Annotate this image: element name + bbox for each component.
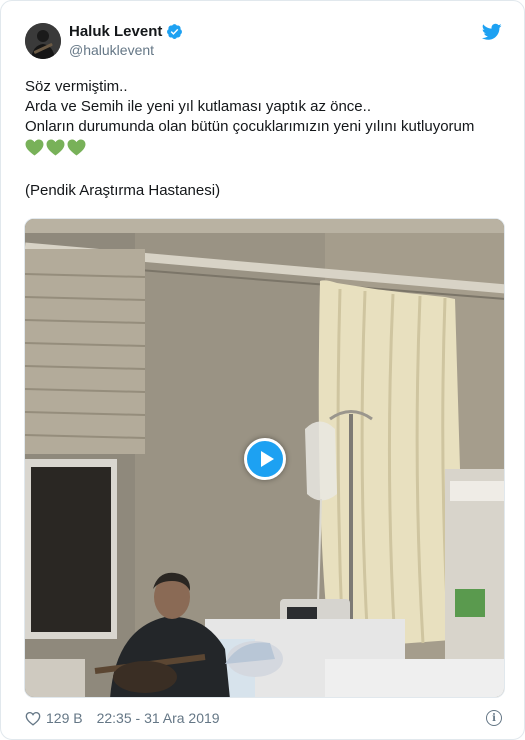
tweet-text: Söz vermiştim.. Arda ve Semih ile yeni y… — [25, 77, 505, 201]
video-player[interactable] — [24, 218, 505, 698]
tweet-location-line: (Pendik Araştırma Hastanesi) — [25, 182, 221, 199]
emoji-row — [25, 137, 505, 157]
twitter-bird-icon[interactable] — [482, 23, 502, 41]
like-count[interactable]: 129 B — [46, 710, 83, 726]
green-heart-icon — [67, 138, 86, 156]
tweet-line: Arda ve Semih ile yeni yıl kutlaması yap… — [25, 98, 371, 115]
tweet-footer: 129 B 22:35 - 31 Ara 2019 — [25, 708, 220, 728]
tweet-card: Haluk Levent @haluklevent Söz vermiştim.… — [0, 0, 525, 740]
play-button[interactable] — [244, 438, 286, 480]
author-name-row[interactable]: Haluk Levent — [69, 23, 183, 40]
author-display-name[interactable]: Haluk Levent — [69, 23, 162, 40]
avatar-image — [25, 23, 61, 59]
verified-badge-icon — [167, 24, 183, 39]
author-handle[interactable]: @haluklevent — [69, 42, 154, 58]
avatar[interactable] — [25, 23, 61, 59]
play-icon — [261, 451, 274, 467]
tweet-line: Onların durumunda olan bütün çocuklarımı… — [25, 118, 475, 135]
tweet-line: Söz vermiştim.. — [25, 78, 128, 95]
info-icon[interactable]: i — [486, 710, 502, 726]
heart-outline-icon[interactable] — [25, 711, 41, 726]
green-heart-icon — [25, 138, 44, 156]
green-heart-icon — [46, 138, 65, 156]
tweet-timestamp[interactable]: 22:35 - 31 Ara 2019 — [97, 710, 220, 726]
